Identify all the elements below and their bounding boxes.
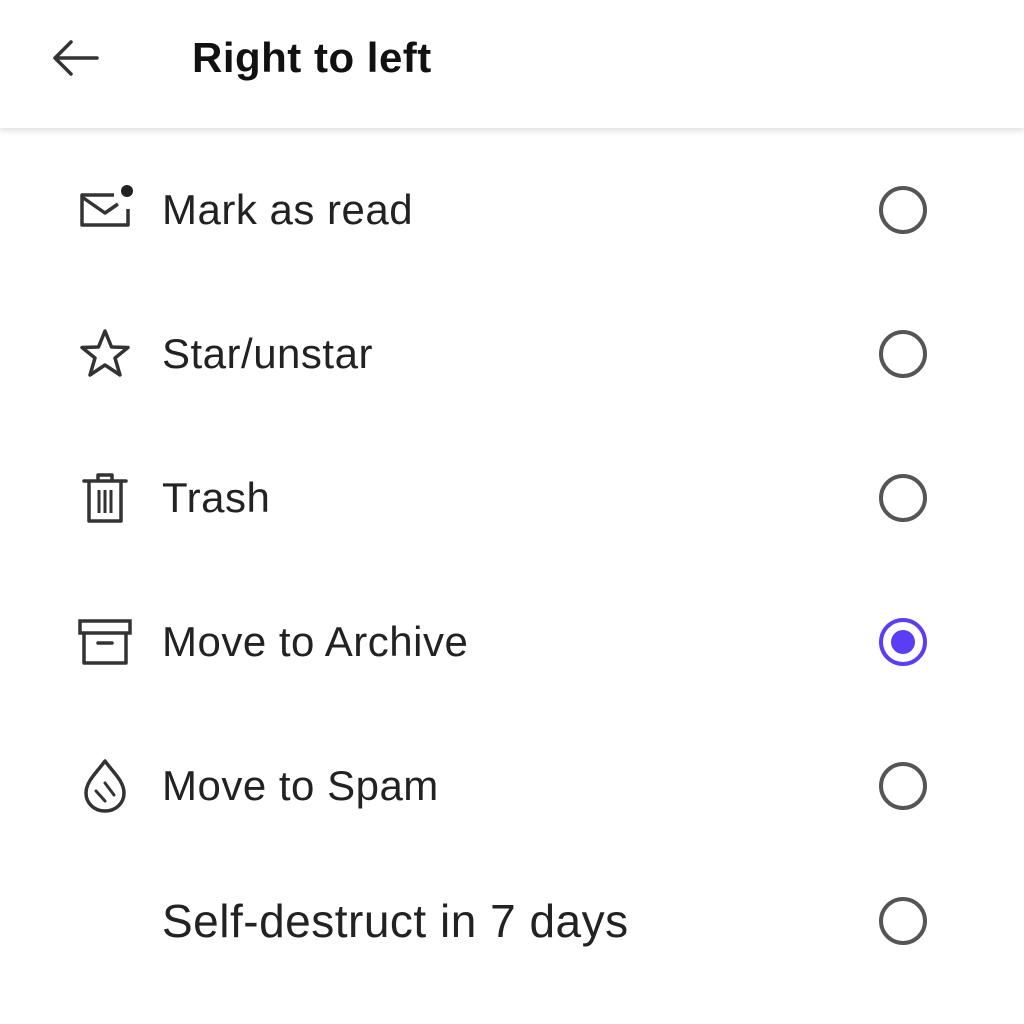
app-header: Right to left: [0, 0, 1024, 128]
option-trash[interactable]: Trash: [0, 426, 1024, 570]
option-label: Trash: [162, 474, 271, 521]
page-title: Right to left: [192, 34, 432, 81]
trash-icon: [74, 467, 136, 529]
radio-button[interactable]: [879, 897, 927, 945]
radio-button[interactable]: [879, 762, 927, 810]
option-star-unstar[interactable]: Star/unstar: [0, 282, 1024, 426]
archive-icon: [74, 611, 136, 673]
arrow-left-icon: [53, 40, 99, 76]
option-label: Move to Spam: [162, 762, 439, 809]
option-self-destruct[interactable]: Self-destruct in 7 days: [0, 858, 1024, 984]
mail-unread-icon: [74, 179, 136, 241]
radio-button-selected[interactable]: [879, 618, 927, 666]
option-label: Self-destruct in 7 days: [162, 895, 629, 947]
star-icon: [74, 323, 136, 385]
back-button[interactable]: [44, 30, 104, 86]
spam-icon: [74, 755, 136, 817]
radio-button[interactable]: [879, 474, 927, 522]
option-label: Mark as read: [162, 186, 414, 233]
option-mark-as-read[interactable]: Mark as read: [0, 138, 1024, 282]
option-label: Move to Archive: [162, 618, 469, 665]
option-label: Star/unstar: [162, 330, 373, 377]
radio-button[interactable]: [879, 330, 927, 378]
radio-button[interactable]: [879, 186, 927, 234]
option-move-to-spam[interactable]: Move to Spam: [0, 714, 1024, 858]
swipe-action-list: Mark as read Star/unstar Trash Move to A…: [0, 138, 1024, 984]
option-move-to-archive[interactable]: Move to Archive: [0, 570, 1024, 714]
